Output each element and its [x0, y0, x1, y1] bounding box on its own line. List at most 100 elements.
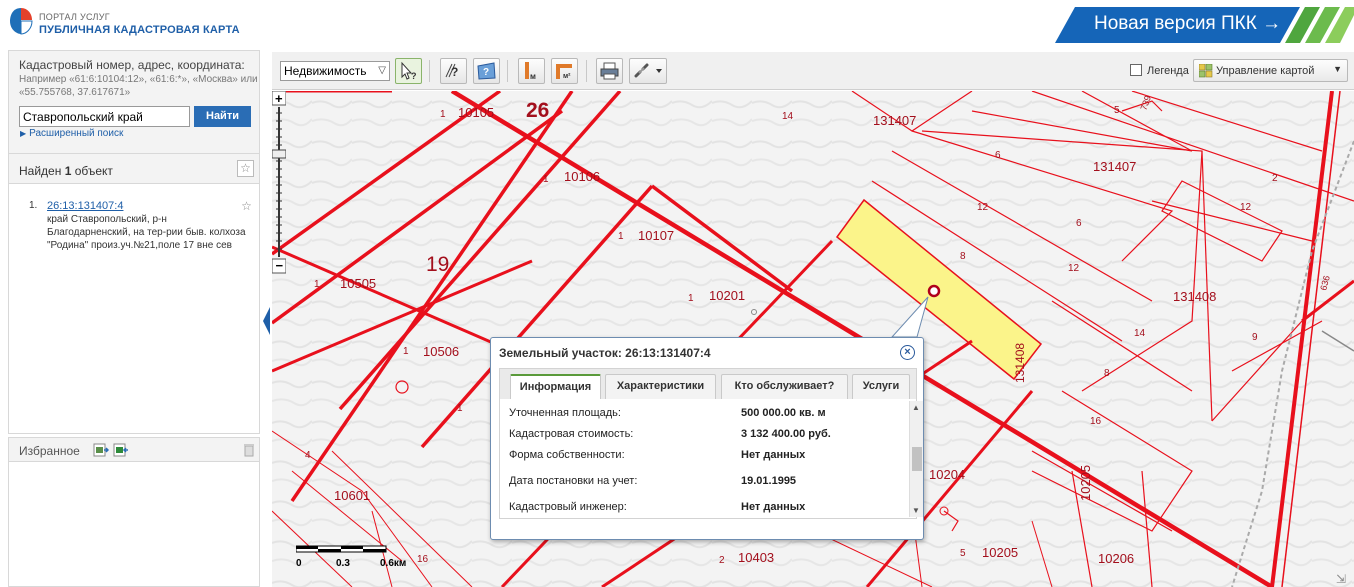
close-icon[interactable]: × [900, 345, 915, 360]
map-control-dropdown[interactable]: Управление картой ▼ [1193, 59, 1348, 82]
map-label: 4 [305, 450, 311, 461]
portal-title: ПУБЛИЧНАЯ КАДАСТРОВАЯ КАРТА [39, 24, 240, 36]
map-label: 2 [1272, 173, 1278, 184]
map-label: 8 [1104, 368, 1110, 379]
ruler-icon: м [525, 62, 536, 81]
toolbar-divider [586, 60, 587, 82]
map-label: 12 [977, 202, 989, 213]
map-canvas[interactable]: 26 19 10105 10106 10107 10201 10505 1050… [272, 91, 1354, 587]
identify-tool-button[interactable]: ? [395, 58, 422, 84]
info-row-label: Кадастровый инженер: [509, 501, 627, 513]
legend-label[interactable]: Легенда [1147, 65, 1189, 77]
toolbar-divider [429, 60, 430, 82]
svg-text:?: ? [483, 67, 489, 78]
map-label: 14 [1134, 328, 1146, 339]
measure-length-button[interactable]: м [518, 58, 545, 84]
popup-tab-bar: Информация Характеристики Кто обслуживае… [499, 368, 917, 400]
info-row-label: Кадастровая стоимость: [509, 428, 634, 440]
find-button[interactable]: Найти [194, 106, 251, 127]
info-row-label: Дата постановки на учет: [509, 475, 638, 487]
map-label: 131408 [1013, 343, 1027, 383]
trash-icon[interactable] [243, 443, 255, 457]
map-label: 10506 [423, 344, 459, 359]
map-label: 10105 [458, 105, 494, 120]
map-label: 10206 [1098, 551, 1134, 566]
info-tab-content: Уточненная площадь: 500 000.00 кв. м Кад… [499, 399, 923, 519]
tab-services[interactable]: Услуги [852, 374, 910, 399]
scale-graphic [296, 545, 387, 553]
triangle-right-icon: ▶ [20, 129, 27, 138]
scrollbar-thumb[interactable] [912, 447, 922, 471]
map-label: 10601 [334, 488, 370, 503]
chevron-down-icon[interactable]: ▼ [912, 506, 920, 515]
results-prefix: Найден [19, 164, 65, 178]
info-row-value: 500 000.00 кв. м [741, 407, 826, 419]
map-label: 10204 [929, 467, 965, 482]
tab-information[interactable]: Информация [510, 374, 601, 399]
measure-area-button[interactable]: м² [551, 58, 578, 84]
region-info-button[interactable]: ? [473, 58, 500, 84]
zoom-slider[interactable]: + − [272, 91, 286, 275]
result-cadastral-link[interactable]: 26:13:131407:4 [47, 200, 123, 212]
star-icon[interactable]: ☆ [237, 160, 254, 177]
map-label: 10505 [340, 276, 376, 291]
map-label: 131407 [1093, 159, 1136, 174]
map-label: 6 [1076, 218, 1082, 229]
chevron-down-icon: ▼ [1333, 64, 1342, 74]
scale-tick: 0.6км [380, 558, 407, 569]
map-label: 8 [960, 251, 966, 262]
svg-text:?: ? [451, 65, 458, 79]
import-icon[interactable] [93, 443, 109, 457]
resize-icon[interactable]: ⇲ [1336, 572, 1350, 586]
map-label: 10403 [738, 550, 774, 565]
map-label: 10201 [709, 288, 745, 303]
result-number: 1. [29, 200, 38, 211]
map-control-label: Управление картой [1216, 65, 1315, 77]
results-header: Найден 1 объект ☆ [9, 154, 259, 184]
header: ПОРТАЛ УСЛУГ ПУБЛИЧНАЯ КАДАСТРОВАЯ КАРТА… [0, 0, 1354, 47]
link-button[interactable] [629, 58, 667, 84]
map-label: 9 [1252, 332, 1258, 343]
popup-scrollbar[interactable]: ▲ ▼ [909, 401, 923, 517]
info-row-value: Нет данных [741, 501, 806, 513]
map-label: 1 [618, 231, 624, 242]
left-panel: Кадастровый номер, адрес, координата: На… [8, 50, 260, 587]
scale-tick: 0 [296, 558, 302, 569]
collapse-panel-handle[interactable] [262, 307, 270, 335]
map-label: 1 [403, 346, 409, 357]
tab-who-serves[interactable]: Кто обслуживает? [721, 374, 848, 399]
portal-subtitle: ПОРТАЛ УСЛУГ [39, 12, 110, 22]
favorites-panel: Избранное [8, 437, 260, 587]
legend-checkbox[interactable] [1130, 64, 1142, 76]
map-label: 10205 [1078, 465, 1093, 501]
help-icon: ? [445, 63, 458, 79]
help-button[interactable]: ? [440, 58, 467, 84]
chevron-up-icon[interactable]: ▲ [912, 403, 920, 412]
advanced-search-link[interactable]: ▶ Расширенный поиск [20, 128, 123, 139]
layer-select-value: Недвижимость [284, 64, 367, 78]
map-label: 5 [1114, 105, 1120, 116]
map-label: 1 [314, 279, 320, 290]
favorites-title: Избранное [19, 444, 80, 458]
results-suffix: объект [71, 164, 113, 178]
map-label: 26 [526, 99, 549, 122]
map-label: 10106 [564, 169, 600, 184]
map-label: 10205 [982, 545, 1018, 560]
portal-logo[interactable] [8, 6, 34, 36]
tab-characteristics[interactable]: Характеристики [605, 374, 716, 399]
map-label: 14 [782, 111, 794, 122]
print-button[interactable] [596, 58, 623, 84]
grid-icon [1199, 64, 1213, 78]
info-row-label: Форма собственности: [509, 449, 625, 461]
result-address: край Ставропольский, р-н Благодарненский… [47, 214, 246, 251]
map-label: 16 [1090, 416, 1102, 427]
layer-select[interactable]: Недвижимость ▽ [280, 61, 390, 81]
map-label: 1 [543, 174, 549, 185]
map-label: 131407 [873, 113, 916, 128]
map-label: 19 [426, 253, 449, 276]
search-input[interactable] [19, 106, 190, 127]
search-hint: Например «61:6:10104:12», «61:6:*», «Мос… [19, 74, 258, 98]
new-version-link[interactable]: Новая версия ПКК → [1094, 13, 1281, 35]
location-marker[interactable] [927, 284, 941, 298]
export-icon[interactable] [113, 443, 129, 457]
